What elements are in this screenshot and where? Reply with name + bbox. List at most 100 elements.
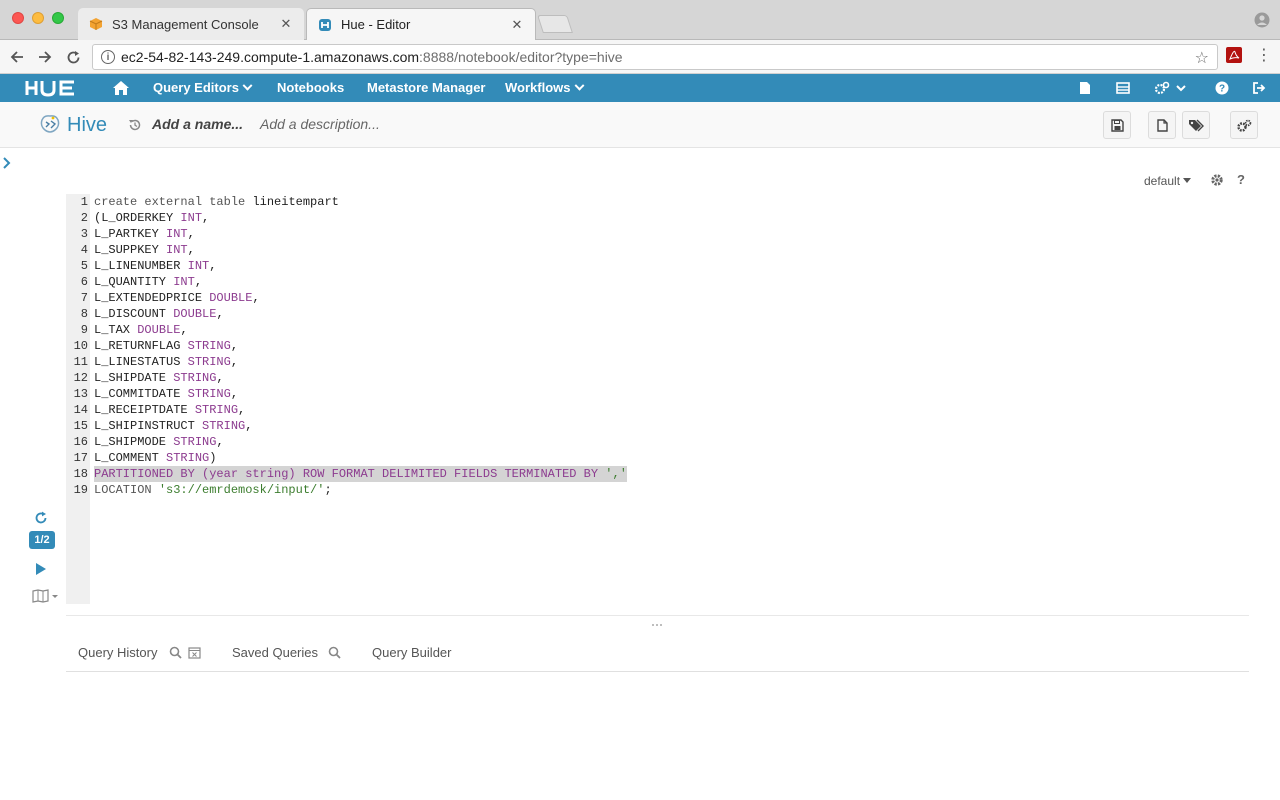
tab-title: Hue - Editor — [341, 17, 411, 32]
results-divider — [66, 615, 1249, 616]
refresh-icon[interactable] — [34, 511, 48, 525]
query-description-field[interactable]: Add a description... — [260, 116, 380, 132]
code-line: 17 L_COMMENT STRING) — [73, 451, 217, 465]
close-icon[interactable]: ✕ — [276, 16, 296, 32]
code-text: L_QUANTITY INT, — [94, 275, 203, 289]
database-name: default — [1144, 174, 1181, 188]
hive-logo-icon — [40, 115, 60, 133]
code-line: 19 LOCATION 's3://emrdemosk/input/'; — [73, 483, 332, 497]
code-text: L_LINESTATUS STRING, — [94, 355, 239, 369]
home-icon[interactable] — [112, 80, 130, 96]
save-button[interactable] — [1103, 111, 1131, 139]
code-line: 13 L_COMMITDATE STRING, — [73, 387, 239, 401]
code-line: 7 L_EXTENDEDPRICE DOUBLE, — [80, 291, 260, 305]
bottom-tabs: Query History Saved Queries Query Builde… — [66, 640, 1249, 672]
bookmark-star-icon[interactable]: ☆ — [1195, 48, 1209, 68]
logout-icon[interactable] — [1252, 81, 1266, 95]
statement-counter-badge[interactable]: 1/2 — [29, 531, 55, 549]
table-browser-icon[interactable] — [1116, 81, 1130, 95]
code-line: 4 L_SUPPKEY INT, — [80, 243, 195, 257]
history-icon[interactable] — [128, 118, 142, 132]
new-query-button[interactable] — [1148, 111, 1176, 139]
chevron-down-icon — [574, 80, 584, 91]
snippet-book-icon[interactable] — [32, 589, 60, 603]
window-zoom-button[interactable] — [52, 12, 64, 24]
code-text: L_LINENUMBER INT, — [94, 259, 217, 273]
gear-icon[interactable] — [1210, 173, 1224, 187]
jobs-gears-icon[interactable] — [1154, 81, 1188, 95]
svg-text:?: ? — [1219, 84, 1225, 95]
profile-icon[interactable] — [1254, 12, 1270, 28]
calendar-clear-icon[interactable] — [188, 646, 201, 659]
code-line: 6 L_QUANTITY INT, — [80, 275, 203, 289]
close-icon[interactable]: ✕ — [507, 17, 527, 33]
session-settings-button[interactable] — [1230, 111, 1258, 139]
code-text: L_DISCOUNT DOUBLE, — [94, 307, 224, 321]
search-icon[interactable] — [169, 646, 182, 659]
resize-handle-icon[interactable] — [651, 623, 663, 627]
new-tab-button[interactable] — [537, 15, 573, 33]
code-text: L_SHIPINSTRUCT STRING, — [94, 419, 253, 433]
forward-icon[interactable] — [34, 46, 56, 68]
help-icon[interactable]: ? — [1215, 81, 1229, 95]
code-line: 11 L_LINESTATUS STRING, — [73, 355, 239, 369]
reload-icon[interactable] — [62, 46, 84, 68]
nav-workflows[interactable]: Workflows — [505, 74, 584, 102]
selected-code-text: PARTITIONED BY (year string) ROW FORMAT … — [94, 466, 627, 482]
browser-tab-strip: S3 Management Console ✕ Hue - Editor ✕ — [0, 0, 1280, 40]
code-line: 16 L_SHIPMODE STRING, — [73, 435, 224, 449]
nav-item-label: Notebooks — [277, 80, 345, 95]
search-icon[interactable] — [328, 646, 341, 659]
nav-item-label: Query Editors — [153, 80, 239, 95]
code-text: L_COMMITDATE STRING, — [94, 387, 239, 401]
nav-notebooks[interactable]: Notebooks — [277, 74, 344, 102]
tags-button[interactable] — [1182, 111, 1210, 139]
caret-down-icon — [1183, 178, 1192, 183]
hue-favicon-icon — [317, 17, 333, 33]
chevron-right-icon[interactable] — [2, 156, 12, 170]
browser-tab-s3[interactable]: S3 Management Console ✕ — [78, 8, 304, 40]
code-text: L_PARTKEY INT, — [94, 227, 195, 241]
code-text: L_RECEIPTDATE STRING, — [94, 403, 246, 417]
nav-metastore-manager[interactable]: Metastore Manager — [367, 74, 485, 102]
code-text: L_SUPPKEY INT, — [94, 243, 195, 257]
snippet-help-icon[interactable]: ? — [1237, 172, 1245, 187]
database-selector[interactable]: default — [1144, 174, 1192, 188]
code-line: 9 L_TAX DOUBLE, — [80, 323, 188, 337]
code-line: 15 L_SHIPINSTRUCT STRING, — [73, 419, 253, 433]
code-line: 1 create external table lineitempart — [80, 195, 339, 209]
hue-logo[interactable] — [24, 78, 80, 98]
chevron-down-icon — [242, 80, 253, 91]
execute-play-icon[interactable] — [35, 563, 47, 575]
browser-tab-hue-editor[interactable]: Hue - Editor ✕ — [306, 8, 536, 40]
window-minimize-button[interactable] — [32, 12, 44, 24]
info-icon[interactable]: i — [101, 50, 115, 64]
code-line: 14 L_RECEIPTDATE STRING, — [73, 403, 246, 417]
editor-type-title: Hive — [67, 114, 108, 136]
code-text: (L_ORDERKEY INT, — [94, 211, 210, 225]
query-name-field[interactable]: Add a name... — [152, 116, 243, 132]
pdf-extension-icon[interactable] — [1226, 47, 1242, 63]
code-text: L_EXTENDEDPRICE DOUBLE, — [94, 291, 260, 305]
tab-title: S3 Management Console — [112, 16, 259, 32]
tab-saved-queries[interactable]: Saved Queries — [232, 645, 318, 660]
code-editor[interactable]: 1 create external table lineitempart 2 (L_… — [66, 194, 627, 498]
code-text: L_SHIPDATE STRING, — [94, 371, 224, 385]
code-text: L_TAX DOUBLE, — [94, 323, 188, 337]
nav-item-label: Metastore Manager — [367, 80, 486, 95]
back-icon[interactable] — [6, 46, 28, 68]
tab-query-history[interactable]: Query History — [78, 645, 157, 660]
hue-top-nav: Query Editors Notebooks Metastore Manage… — [0, 74, 1280, 102]
file-browser-icon[interactable] — [1079, 81, 1091, 95]
tags-icon — [1189, 119, 1204, 131]
browser-toolbar: i ec2-54-82-143-249.compute-1.amazonaws.… — [0, 40, 1280, 74]
code-line-selected: 18 PARTITIONED BY (year string) ROW FORMA… — [73, 466, 627, 482]
nav-item-label: Workflows — [505, 80, 571, 95]
browser-menu-icon[interactable]: ⋮ — [1256, 46, 1272, 66]
tab-query-builder[interactable]: Query Builder — [372, 645, 451, 660]
editor-header: Hive Add a name... Add a description... — [0, 102, 1280, 148]
window-close-button[interactable] — [12, 12, 24, 24]
nav-query-editors[interactable]: Query Editors — [153, 74, 253, 102]
address-bar[interactable]: i ec2-54-82-143-249.compute-1.amazonaws.… — [92, 44, 1218, 70]
code-text: create external table lineitempart — [94, 195, 339, 209]
